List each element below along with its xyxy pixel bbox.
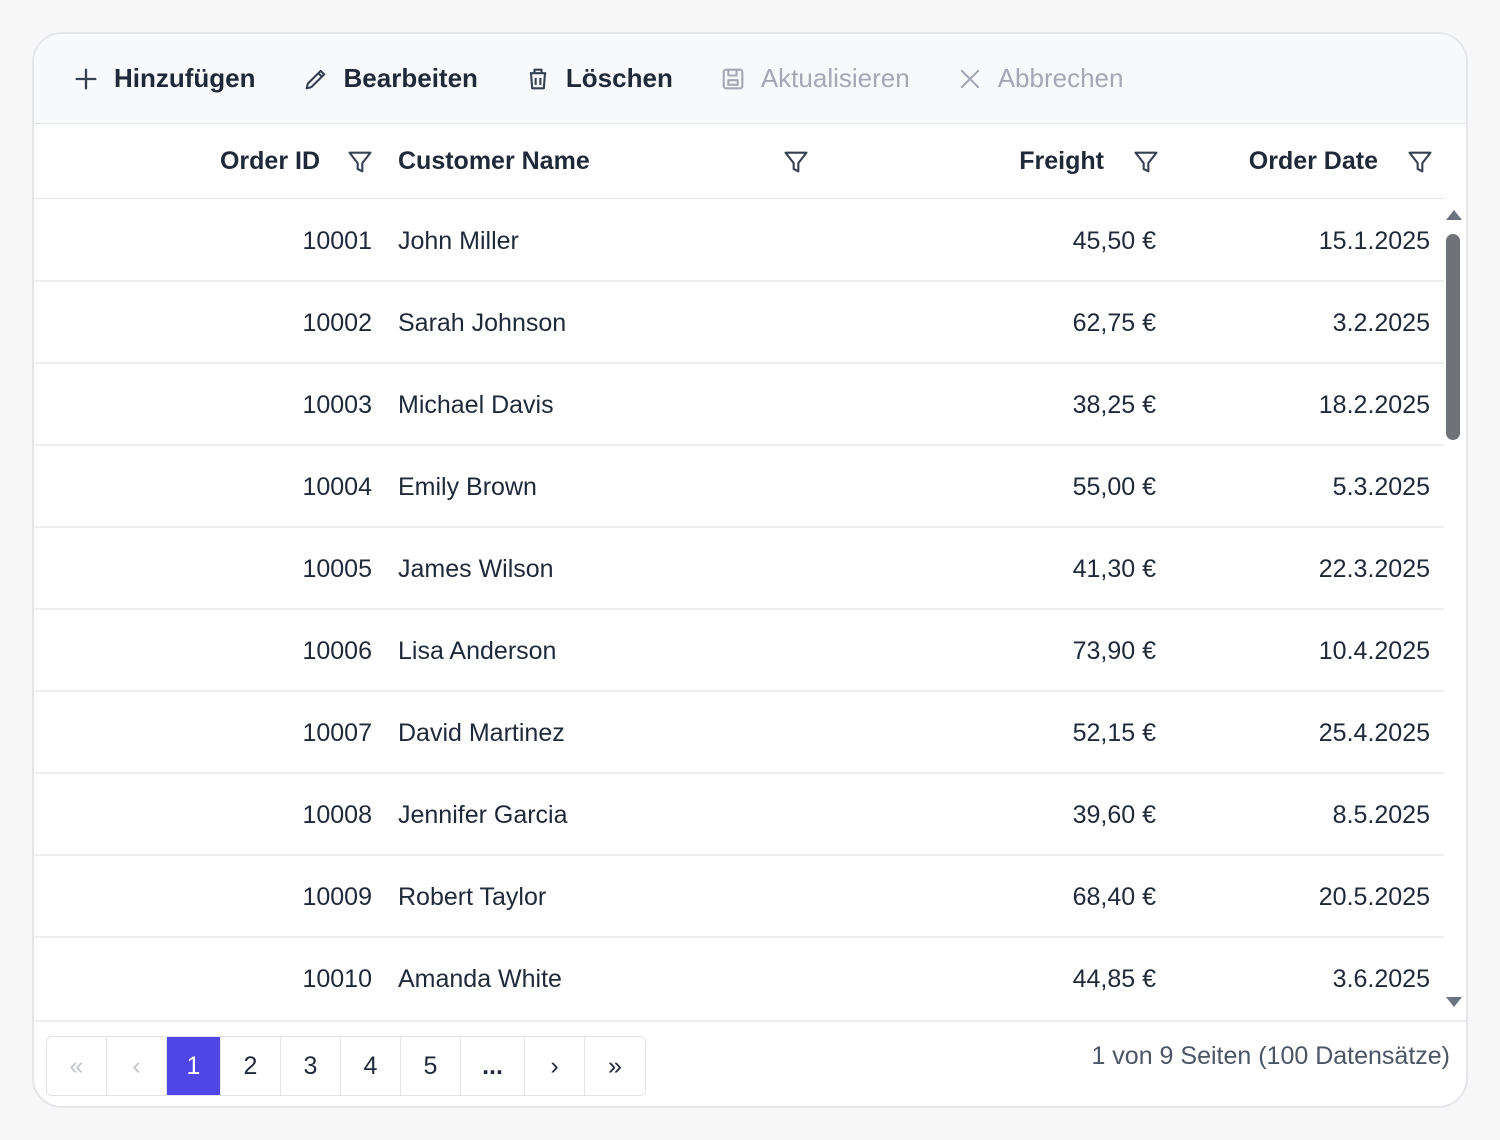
- freight-cell: 44,85 €: [1072, 964, 1156, 993]
- table-row[interactable]: 10002 Sarah Johnson 62,75 € 3.2.2025: [34, 282, 1444, 364]
- table-row[interactable]: 10009 Robert Taylor 68,40 € 20.5.2025: [34, 856, 1444, 938]
- table-row[interactable]: 10007 David Martinez 52,15 € 25.4.2025: [34, 692, 1444, 774]
- filter-icon[interactable]: [1132, 148, 1160, 176]
- page-button-3[interactable]: 3: [281, 1037, 341, 1095]
- cancel-button[interactable]: Abbrechen: [956, 63, 1124, 94]
- pencil-icon: [305, 69, 325, 89]
- order-date-cell: 3.2.2025: [1332, 308, 1430, 337]
- order-date-cell: 15.1.2025: [1318, 226, 1430, 255]
- column-header-order-id[interactable]: Order ID: [220, 124, 320, 199]
- freight-cell: 38,25 €: [1072, 390, 1156, 419]
- customer-name-cell: Sarah Johnson: [398, 308, 567, 337]
- close-icon: [960, 69, 979, 88]
- scroll-thumb[interactable]: [1446, 234, 1460, 440]
- scroll-down-arrow-icon[interactable]: [1446, 997, 1462, 1007]
- grid-container: Hinzufügen Bearbeiten Löschen Aktualisie…: [32, 32, 1468, 1108]
- edit-button[interactable]: Bearbeiten: [302, 63, 478, 94]
- table-row[interactable]: 10006 Lisa Anderson 73,90 € 10.4.2025: [34, 610, 1444, 692]
- customer-name-cell: David Martinez: [398, 718, 565, 747]
- order-date-cell: 3.6.2025: [1332, 964, 1430, 993]
- page-button-1[interactable]: 1: [167, 1037, 221, 1095]
- order-id-cell: 10005: [302, 554, 372, 583]
- delete-button[interactable]: Löschen: [524, 63, 673, 94]
- filter-icon[interactable]: [782, 148, 810, 176]
- order-id-cell: 10009: [302, 882, 372, 911]
- filter-icon[interactable]: [1406, 148, 1434, 176]
- vertical-scrollbar[interactable]: [1440, 200, 1466, 1015]
- order-id-cell: 10002: [302, 308, 372, 337]
- previous-page-button[interactable]: ‹: [107, 1037, 167, 1095]
- order-date-cell: 18.2.2025: [1318, 390, 1430, 419]
- freight-cell: 55,00 €: [1072, 472, 1156, 501]
- last-page-button[interactable]: »: [585, 1037, 645, 1095]
- table-row[interactable]: 10003 Michael Davis 38,25 € 18.2.2025: [34, 364, 1444, 446]
- order-id-cell: 10006: [302, 636, 372, 665]
- customer-name-cell: James Wilson: [398, 554, 554, 583]
- update-button[interactable]: Aktualisieren: [719, 63, 910, 94]
- freight-cell: 68,40 €: [1072, 882, 1156, 911]
- freight-cell: 52,15 €: [1072, 718, 1156, 747]
- filter-icon[interactable]: [346, 148, 374, 176]
- page-button-4[interactable]: 4: [341, 1037, 401, 1095]
- column-header-customer-name-label: Customer Name: [398, 147, 590, 175]
- freight-cell: 62,75 €: [1072, 308, 1156, 337]
- save-icon: [722, 68, 744, 89]
- first-page-button[interactable]: «: [47, 1037, 107, 1095]
- customer-name-cell: Robert Taylor: [398, 882, 547, 911]
- table-row[interactable]: 10001 John Miller 45,50 € 15.1.2025: [34, 200, 1444, 282]
- scroll-up-arrow-icon[interactable]: [1446, 210, 1462, 220]
- column-header-order-date[interactable]: Order Date: [1249, 124, 1378, 199]
- customer-name-cell: John Miller: [398, 226, 519, 255]
- order-date-cell: 8.5.2025: [1332, 800, 1430, 829]
- order-date-cell: 5.3.2025: [1332, 472, 1430, 501]
- column-header-customer-name[interactable]: Customer Name: [398, 124, 590, 199]
- order-id-cell: 10003: [302, 390, 372, 419]
- customer-name-cell: Michael Davis: [398, 390, 554, 419]
- grid-header: Order ID Customer Name Freight Order Dat…: [34, 124, 1444, 199]
- order-id-cell: 10004: [302, 472, 372, 501]
- order-date-cell: 20.5.2025: [1318, 882, 1430, 911]
- customer-name-cell: Jennifer Garcia: [398, 800, 568, 829]
- order-date-cell: 10.4.2025: [1318, 636, 1430, 665]
- delete-button-label: Löschen: [565, 63, 673, 93]
- update-button-label: Aktualisieren: [760, 63, 910, 93]
- customer-name-cell: Lisa Anderson: [398, 636, 557, 665]
- add-button[interactable]: Hinzufügen: [72, 63, 256, 94]
- pager: « ‹ 1 2 3 4 5 ... › »: [46, 1036, 646, 1096]
- freight-cell: 73,90 €: [1072, 636, 1156, 665]
- table-row[interactable]: 10010 Amanda White 44,85 € 3.6.2025: [34, 938, 1444, 1020]
- freight-cell: 39,60 €: [1072, 800, 1156, 829]
- column-header-order-date-label: Order Date: [1248, 147, 1378, 175]
- pager-area: « ‹ 1 2 3 4 5 ... › » 1 von 9 Seiten (10…: [34, 1020, 1466, 1106]
- order-date-cell: 25.4.2025: [1318, 718, 1430, 747]
- trash-icon: [529, 68, 547, 89]
- order-id-cell: 10007: [302, 718, 372, 747]
- next-page-button[interactable]: ›: [525, 1037, 585, 1095]
- column-header-freight-label: Freight: [1019, 147, 1104, 175]
- page-button-5[interactable]: 5: [401, 1037, 461, 1095]
- add-button-label: Hinzufügen: [114, 63, 256, 93]
- pager-info: 1 von 9 Seiten (100 Datensätze): [1091, 1042, 1450, 1070]
- order-id-cell: 10010: [302, 964, 372, 993]
- column-header-freight[interactable]: Freight: [1019, 124, 1104, 199]
- customer-name-cell: Amanda White: [398, 964, 562, 993]
- column-header-order-id-label: Order ID: [219, 147, 320, 175]
- grid-body: 10001 John Miller 45,50 € 15.1.2025 1000…: [34, 200, 1444, 1020]
- page-button-2[interactable]: 2: [221, 1037, 281, 1095]
- freight-cell: 45,50 €: [1072, 226, 1156, 255]
- table-row[interactable]: 10008 Jennifer Garcia 39,60 € 8.5.2025: [34, 774, 1444, 856]
- more-pages-button[interactable]: ...: [461, 1037, 525, 1095]
- table-row[interactable]: 10004 Emily Brown 55,00 € 5.3.2025: [34, 446, 1444, 528]
- customer-name-cell: Emily Brown: [398, 472, 537, 501]
- toolbar: Hinzufügen Bearbeiten Löschen Aktualisie…: [34, 34, 1466, 124]
- order-id-cell: 10008: [302, 800, 372, 829]
- edit-button-label: Bearbeiten: [343, 63, 478, 93]
- order-date-cell: 22.3.2025: [1318, 554, 1430, 583]
- cancel-button-label: Abbrechen: [997, 63, 1124, 93]
- table-row[interactable]: 10005 James Wilson 41,30 € 22.3.2025: [34, 528, 1444, 610]
- plus-icon: [75, 68, 97, 90]
- freight-cell: 41,30 €: [1072, 554, 1156, 583]
- order-id-cell: 10001: [302, 226, 372, 255]
